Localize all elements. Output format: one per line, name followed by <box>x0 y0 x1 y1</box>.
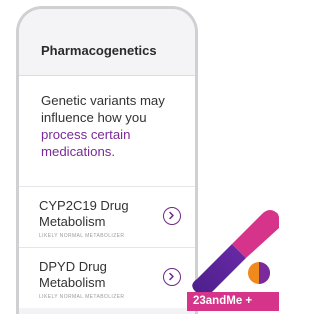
pill-capsule-icon <box>192 210 279 296</box>
brand-badge: 23andMe + <box>187 292 279 311</box>
